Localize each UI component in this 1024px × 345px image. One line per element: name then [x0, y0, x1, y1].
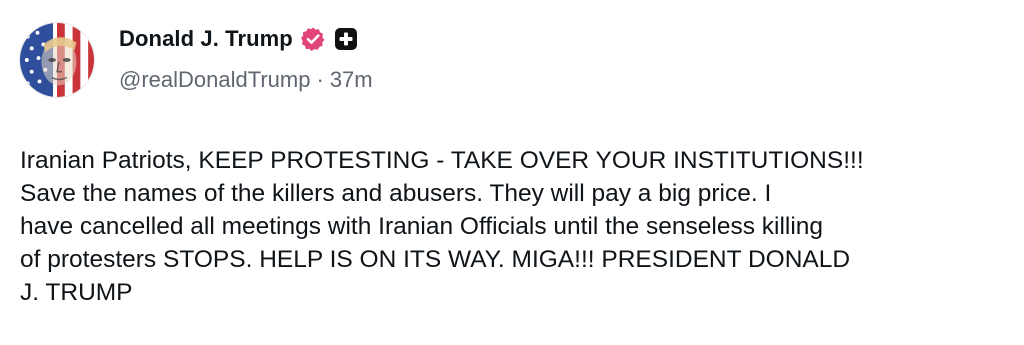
author-name-row: Donald J. Trump — [119, 24, 359, 54]
avatar[interactable] — [19, 22, 95, 98]
post-body-text: Iranian Patriots, KEEP PROTESTING - TAKE… — [20, 147, 864, 306]
meta-separator: · — [316, 67, 324, 92]
author-display-name[interactable]: Donald J. Trump — [119, 26, 293, 52]
verified-badge-icon — [300, 26, 326, 52]
plus-badge-icon — [333, 26, 359, 52]
post-timestamp[interactable]: 37m — [330, 67, 373, 92]
author-meta-row: @realDonaldTrump · 37m — [119, 67, 373, 93]
author-handle[interactable]: @realDonaldTrump — [119, 67, 310, 92]
post-card: Donald J. Trump @realDonaldTrump · 37m Ira… — [0, 0, 1024, 345]
